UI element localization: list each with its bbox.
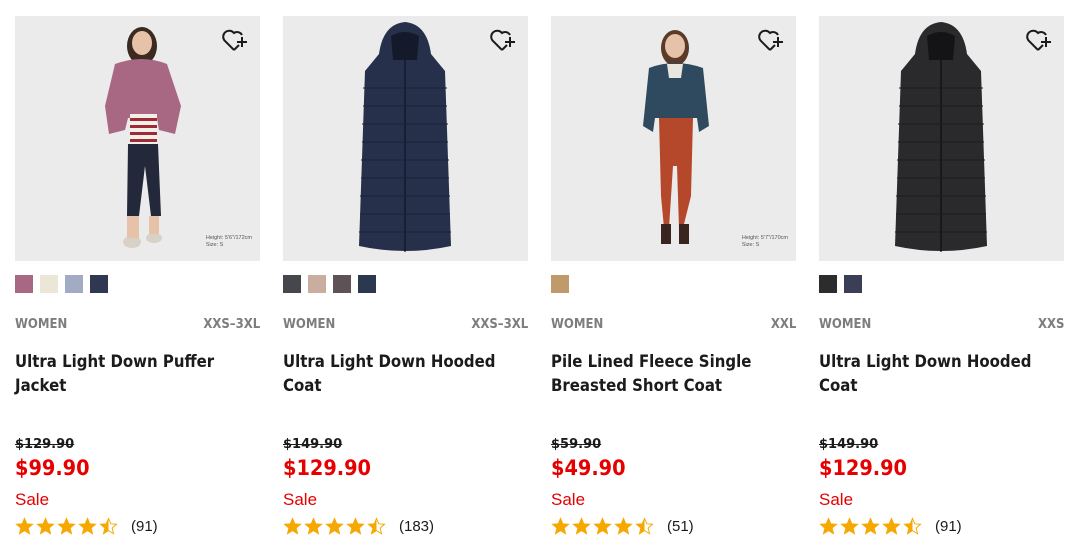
color-swatch[interactable]	[283, 275, 301, 293]
star-full-icon	[283, 516, 302, 535]
product-name[interactable]: Ultra Light Down Hooded Coat	[283, 350, 528, 398]
color-swatch[interactable]	[15, 275, 33, 293]
star-rating	[551, 516, 654, 536]
sale-price: $129.90	[819, 456, 908, 480]
gender-label: WOMEN	[283, 317, 336, 332]
star-half-icon	[367, 516, 386, 535]
color-swatches	[551, 275, 569, 293]
color-swatches	[819, 275, 862, 293]
sale-price: $49.90	[551, 456, 626, 480]
heart-plus-icon[interactable]	[220, 25, 250, 55]
review-count[interactable]: (91)	[935, 518, 962, 535]
product-meta: WOMEN XXS–3XL	[15, 317, 260, 335]
color-swatch[interactable]	[308, 275, 326, 293]
gender-label: WOMEN	[819, 317, 872, 332]
model-info-caption: Height: 5'7"/170cm Size: S	[741, 235, 788, 248]
product-meta: WOMEN XXS	[819, 317, 1064, 335]
product-card[interactable]: Height: 5'7"/170cm Size: S WOMEN XXL Pil…	[551, 16, 796, 546]
star-full-icon	[15, 516, 34, 535]
color-swatch[interactable]	[40, 275, 58, 293]
color-swatch[interactable]	[551, 275, 569, 293]
heart-plus-icon[interactable]	[1024, 25, 1054, 55]
original-price: $149.90	[819, 437, 879, 452]
star-full-icon	[861, 516, 880, 535]
size-range: XXS–3XL	[203, 317, 260, 332]
original-price: $59.90	[551, 437, 602, 452]
model-info-caption: Height: 5'6"/172cm Size: S	[205, 235, 252, 248]
heart-plus-icon[interactable]	[488, 25, 518, 55]
rating: (183)	[283, 515, 434, 537]
color-swatch[interactable]	[358, 275, 376, 293]
star-rating	[15, 516, 118, 536]
product-card[interactable]: WOMEN XXS–3XL Ultra Light Down Hooded Co…	[283, 16, 528, 546]
star-full-icon	[78, 516, 97, 535]
star-full-icon	[572, 516, 591, 535]
product-image[interactable]	[283, 16, 528, 261]
sale-label: Sale	[819, 490, 854, 509]
product-meta: WOMEN XXS–3XL	[283, 317, 528, 335]
star-full-icon	[882, 516, 901, 535]
star-full-icon	[593, 516, 612, 535]
size-range: XXS	[1037, 317, 1064, 332]
rating: (91)	[15, 515, 158, 537]
rating: (91)	[819, 515, 962, 537]
sale-label: Sale	[15, 490, 50, 509]
size-range: XXL	[770, 317, 796, 332]
star-full-icon	[57, 516, 76, 535]
color-swatch[interactable]	[333, 275, 351, 293]
rating: (51)	[551, 515, 694, 537]
star-half-icon	[99, 516, 118, 535]
sale-price: $129.90	[283, 456, 372, 480]
review-count[interactable]: (183)	[399, 518, 434, 535]
star-rating	[819, 516, 922, 536]
original-price: $129.90	[15, 437, 75, 452]
star-full-icon	[325, 516, 344, 535]
star-full-icon	[614, 516, 633, 535]
sale-label: Sale	[551, 490, 586, 509]
star-full-icon	[346, 516, 365, 535]
product-card[interactable]: WOMEN XXS Ultra Light Down Hooded Coat $…	[819, 16, 1064, 546]
product-image[interactable]: Height: 5'7"/170cm Size: S	[551, 16, 796, 261]
color-swatch[interactable]	[819, 275, 837, 293]
review-count[interactable]: (91)	[131, 518, 158, 535]
product-image[interactable]	[819, 16, 1064, 261]
product-card[interactable]: Height: 5'6"/172cm Size: S WOMEN XXS–3XL…	[15, 16, 260, 546]
color-swatch[interactable]	[90, 275, 108, 293]
product-name[interactable]: Pile Lined Fleece Single Breasted Short …	[551, 350, 796, 398]
star-full-icon	[304, 516, 323, 535]
gender-label: WOMEN	[15, 317, 68, 332]
review-count[interactable]: (51)	[667, 518, 694, 535]
original-price: $149.90	[283, 437, 343, 452]
gender-label: WOMEN	[551, 317, 604, 332]
color-swatch[interactable]	[65, 275, 83, 293]
star-half-icon	[635, 516, 654, 535]
star-full-icon	[840, 516, 859, 535]
star-full-icon	[551, 516, 570, 535]
star-full-icon	[36, 516, 55, 535]
sale-price: $99.90	[15, 456, 90, 480]
size-range: XXS–3XL	[471, 317, 528, 332]
sale-label: Sale	[283, 490, 318, 509]
color-swatches	[283, 275, 376, 293]
product-name[interactable]: Ultra Light Down Hooded Coat	[819, 350, 1064, 398]
heart-plus-icon[interactable]	[756, 25, 786, 55]
color-swatch[interactable]	[844, 275, 862, 293]
star-half-icon	[903, 516, 922, 535]
product-meta: WOMEN XXL	[551, 317, 796, 335]
product-image[interactable]: Height: 5'6"/172cm Size: S	[15, 16, 260, 261]
product-name[interactable]: Ultra Light Down Puffer Jacket	[15, 350, 260, 398]
color-swatches	[15, 275, 108, 293]
product-grid: Height: 5'6"/172cm Size: S WOMEN XXS–3XL…	[0, 0, 1080, 548]
star-rating	[283, 516, 386, 536]
star-full-icon	[819, 516, 838, 535]
